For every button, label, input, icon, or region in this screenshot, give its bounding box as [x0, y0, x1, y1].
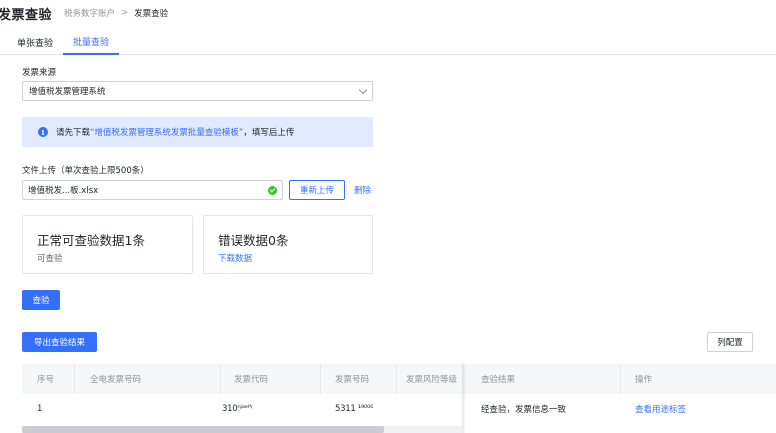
source-select-value: 增值税发票管理系统	[29, 87, 106, 97]
page-title: 发票查验	[0, 7, 53, 23]
tab-single-check[interactable]: 单张查验	[0, 29, 63, 55]
view-usage-tag-link[interactable]: 查看用途标签	[635, 394, 686, 424]
row-invoice-code: 310ⁿʲᵃᵉˡ'ᵎ	[222, 404, 253, 414]
valid-data-count: 正常可查验数据1条	[37, 233, 145, 248]
row-invoice-number: 5311 ¹⁹⁰⁰⁰	[335, 404, 374, 414]
column-header-index: 序号	[37, 375, 55, 385]
column-header-result: 查验结果	[481, 375, 516, 385]
error-data-count: 错误数据0条	[218, 233, 289, 248]
delete-file-button[interactable]: 删除	[354, 184, 371, 196]
template-download-link[interactable]: “增值税发票管理系统发票批量查验模板”	[90, 126, 243, 138]
column-header-full-number: 全电发票号码	[90, 375, 142, 385]
info-icon: i	[38, 127, 48, 137]
tab-batch-check[interactable]: 批量查验	[63, 29, 120, 55]
breadcrumb-separator: >	[121, 8, 129, 18]
breadcrumb: 税务数字账户 > 发票查验	[64, 7, 168, 19]
download-notice: i 请先下载 “增值税发票管理系统发票批量查验模板” ，填写后上传	[22, 117, 373, 147]
tab-bar: 单张查验 批量查验	[0, 29, 776, 55]
export-results-button[interactable]: 导出查验结果	[22, 332, 97, 352]
check-button[interactable]: 查验	[22, 290, 60, 310]
chevron-down-icon	[358, 85, 368, 94]
valid-data-card: 正常可查验数据1条 可查验	[22, 215, 193, 274]
source-select[interactable]: 增值税发票管理系统	[22, 81, 373, 101]
column-header-risk: 发票风险等级	[406, 375, 458, 385]
source-label: 发票来源	[22, 68, 57, 78]
uploaded-file-field: 增值税发...板.xlsx	[22, 180, 283, 200]
page-header: 发票查验 税务数字账户 > 发票查验	[0, 0, 776, 26]
results-table: 序号 全电发票号码 发票代码 发票号码 发票风险等级 查验结果 操作 1 310…	[22, 364, 776, 433]
valid-data-status: 可查验	[37, 254, 63, 264]
column-config-button[interactable]: 列配置	[707, 332, 753, 352]
upload-label: 文件上传（单次查验上限500条）	[22, 166, 149, 176]
row-check-result: 经查验，发票信息一致	[481, 405, 567, 415]
scrollbar-thumb[interactable]	[22, 426, 384, 433]
notice-suffix: ，填写后上传	[243, 128, 295, 138]
error-data-card: 错误数据0条 下载数据	[203, 215, 373, 274]
breadcrumb-current: 发票查验	[134, 9, 169, 19]
download-error-data-link[interactable]: 下载数据	[218, 252, 372, 264]
check-circle-icon	[268, 185, 277, 195]
column-header-action: 操作	[635, 375, 653, 385]
file-name: 增值税发...板.xlsx	[28, 186, 99, 196]
row-index: 1	[37, 404, 43, 414]
reupload-button[interactable]: 重新上传	[289, 180, 345, 200]
column-header-number: 发票号码	[335, 375, 370, 385]
breadcrumb-parent[interactable]: 税务数字账户	[64, 7, 115, 19]
notice-prefix: 请先下载	[56, 128, 91, 138]
column-header-code: 发票代码	[234, 375, 269, 385]
